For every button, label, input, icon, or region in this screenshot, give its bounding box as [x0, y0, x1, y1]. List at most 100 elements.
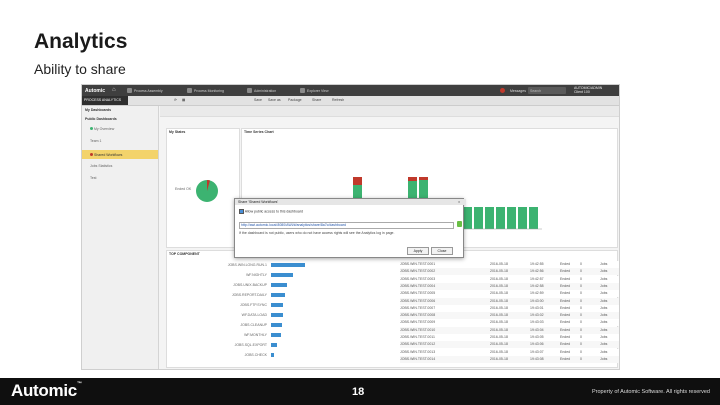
bar-label: WF.MONTHLY [244, 333, 267, 337]
table-cell: 2016-05-18 [490, 283, 508, 288]
sidebar-item[interactable]: Team 1 [90, 139, 101, 143]
public-access-option[interactable]: Allow public access to this dashboard [239, 209, 303, 214]
apply-button[interactable]: Apply [407, 247, 429, 255]
table-row[interactable]: JOBS.WIN.TEST.0010 2016-05-18 19:43:04 Ende… [400, 326, 619, 334]
app-header: Automic ⌂ Process Assembly Process Monit… [82, 85, 619, 96]
refresh-button[interactable]: Refresh [332, 98, 344, 103]
table-cell: 2016-05-18 [490, 327, 508, 332]
save-as-button[interactable]: Save as [268, 98, 281, 103]
close-button[interactable]: Close [431, 247, 453, 255]
table-cell: Jobs [600, 305, 608, 310]
timeline-bar-error [408, 177, 417, 181]
table-cell: 2016-05-18 [490, 298, 508, 303]
process-assembly-icon [127, 88, 132, 93]
nav-administration[interactable]: Administration [254, 89, 276, 93]
sidebar-item-selected[interactable]: Shared Workflows [90, 153, 122, 157]
nav-explorer[interactable]: Explorer View [307, 89, 329, 93]
save-button[interactable]: Save [254, 98, 262, 103]
table-cell: 2016-05-18 [490, 320, 508, 325]
copy-icon[interactable] [457, 221, 462, 227]
bar-label: JOBS.SQL.EXPORT [234, 343, 267, 347]
messages-link[interactable]: Messages [510, 89, 526, 93]
nav-process-monitoring[interactable]: Process Monitoring [194, 89, 224, 93]
table-cell: JOBS.WIN.TEST.0008 [400, 313, 436, 318]
sidebar-item[interactable]: Test [90, 176, 96, 180]
table-cell: Jobs [600, 298, 608, 303]
bar-label: JOBS.UNIX.BACKUP [233, 283, 267, 287]
sidebar-section-public[interactable]: Public Dashboards [82, 115, 161, 124]
table-row[interactable]: JOBS.WIN.TEST.0003 2016-05-18 19:42:57 Ende… [400, 275, 619, 283]
table-row[interactable]: JOBS.WIN.TEST.0004 2016-05-18 19:42:58 Ende… [400, 282, 619, 290]
table-cell: 2016-05-18 [490, 305, 508, 310]
table-row[interactable]: JOBS.WIN.TEST.0012 2016-05-18 19:43:06 Ende… [400, 341, 619, 349]
table-cell: 19:42:59 [530, 291, 544, 296]
table-cell: 0 [580, 262, 582, 266]
table-row[interactable]: JOBS.WIN.TEST.0013 2016-05-18 19:43:07 Ende… [400, 348, 619, 356]
table-row[interactable]: JOBS.WIN.TEST.0011 2016-05-18 19:43:05 Ende… [400, 334, 619, 341]
option-label: Allow public access to this dashboard [244, 209, 303, 214]
table-cell: Jobs [600, 349, 608, 354]
table-row[interactable]: JOBS.WIN.TEST.0002 2016-05-18 19:42:56 Ende… [400, 268, 619, 276]
table-cell: Ended [560, 342, 571, 347]
bar-label: JOBS.FTP.SYNC [240, 303, 267, 307]
table-row[interactable]: JOBS.WIN.TEST.0005 2016-05-18 19:42:59 Ende… [400, 290, 619, 298]
table-row[interactable]: JOBS.WIN.TEST.0001 2016-05-18 19:42:55 Ende… [400, 261, 619, 268]
search-placeholder: Search [530, 89, 542, 93]
sidebar-item[interactable]: My Overview [90, 127, 114, 131]
close-icon[interactable]: x [458, 199, 460, 205]
table-cell: Jobs [600, 262, 608, 266]
table-cell: 19:43:00 [530, 298, 544, 303]
table-cell: 0 [580, 276, 582, 281]
bar [271, 313, 283, 317]
table-cell: 2016-05-18 [490, 276, 508, 281]
alert-icon[interactable] [500, 88, 505, 93]
table-cell: 0 [580, 342, 582, 347]
bar [271, 353, 274, 357]
table-row[interactable]: JOBS.WIN.TEST.0014 2016-05-18 19:43:08 Ende… [400, 355, 619, 363]
table-cell: JOBS.WIN.TEST.0004 [400, 283, 436, 288]
layout-icon[interactable]: ▦ [182, 98, 185, 103]
user-info[interactable]: AUTOMIC/ADMIN Client 100 [574, 86, 602, 94]
table-cell: 19:43:08 [530, 356, 544, 361]
home-icon[interactable]: ⌂ [112, 87, 118, 93]
refresh-icon[interactable]: ⟳ [174, 98, 177, 103]
table-cell: 19:43:05 [530, 335, 544, 339]
sidebar-section-my[interactable]: My Dashboards [82, 106, 161, 115]
table-cell: JOBS.WIN.TEST.0013 [400, 349, 436, 354]
table-cell: 2016-05-18 [490, 262, 508, 266]
bar-label: JOBS.REPORT.DAILY [231, 293, 267, 297]
table-cell: 19:42:58 [530, 283, 544, 288]
search-input[interactable]: Search [528, 87, 566, 94]
table-cell: 2016-05-18 [490, 335, 508, 339]
bar-label: JOBS.CHECK [244, 353, 267, 357]
table-cell: Ended [560, 335, 571, 339]
process-monitoring-icon [187, 88, 192, 93]
table-row[interactable]: JOBS.WIN.TEST.0007 2016-05-18 19:43:01 Ende… [400, 304, 619, 312]
table-cell: 19:43:06 [530, 342, 544, 347]
share-link-field[interactable]: http://awi.automic.local:8080/AWI/#/anal… [239, 222, 454, 229]
embedded-screenshot: Automic ⌂ Process Assembly Process Monit… [81, 84, 620, 370]
checkbox[interactable] [239, 209, 244, 214]
tab-process-analytics[interactable]: PROCESS ANALYTICS [82, 96, 128, 105]
table-cell: 0 [580, 356, 582, 361]
table-cell: JOBS.WIN.TEST.0009 [400, 320, 436, 325]
table-cell: JOBS.WIN.TEST.0006 [400, 298, 436, 303]
bar [271, 323, 282, 327]
bar-label: JOBS.CLEANUP [240, 323, 267, 327]
toolbar: PROCESS ANALYTICS ⟳ ▦ Save Save as Packa… [82, 96, 619, 106]
dashboard-sidebar: My Dashboards Public Dashboards My Overv… [82, 106, 159, 369]
table-row[interactable]: JOBS.WIN.TEST.0009 2016-05-18 19:43:03 Ende… [400, 319, 619, 327]
table-cell: JOBS.WIN.TEST.0001 [400, 262, 436, 266]
nav-process-assembly[interactable]: Process Assembly [134, 89, 163, 93]
table-row[interactable]: JOBS.WIN.TEST.0006 2016-05-18 19:43:00 Ende… [400, 297, 619, 305]
table-cell: JOBS.WIN.TEST.0010 [400, 327, 436, 332]
slide-title: Analytics [34, 30, 128, 53]
table-cell: Ended [560, 291, 571, 296]
dialog-note: If the dashboard is not public, users wh… [239, 231, 395, 235]
table-row[interactable]: JOBS.WIN.TEST.0008 2016-05-18 19:43:02 Ende… [400, 312, 619, 320]
share-button[interactable]: Share [312, 98, 321, 103]
table-cell: 19:42:55 [530, 262, 544, 266]
package-button[interactable]: Package [288, 98, 302, 103]
sidebar-item[interactable]: Jobs Statistics [90, 164, 112, 168]
pie-label: Ended OK [175, 187, 192, 191]
